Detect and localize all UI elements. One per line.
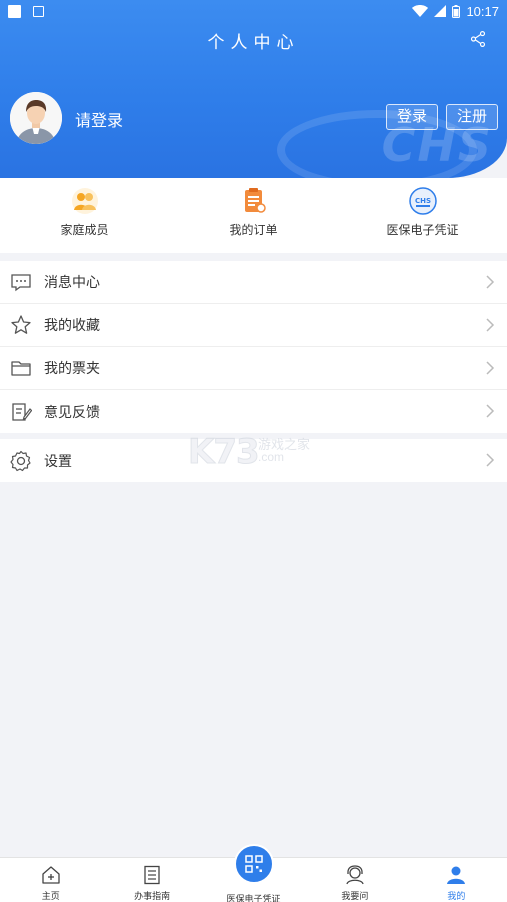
login-prompt[interactable]: 请登录 xyxy=(75,107,123,131)
tab-home[interactable]: 主页 xyxy=(0,858,101,902)
quick-my-orders[interactable]: 我的订单 xyxy=(169,178,338,253)
status-time: 10:17 xyxy=(466,3,499,19)
app-notification-icon xyxy=(33,5,44,17)
register-button[interactable]: 注册 xyxy=(446,104,498,130)
login-button[interactable]: 登录 xyxy=(386,104,438,130)
profile-header: CHS 个人中心 请登录 登录 注册 xyxy=(0,0,507,178)
home-icon xyxy=(42,866,60,884)
chevron-right-icon xyxy=(486,318,495,332)
status-bar: 10:17 xyxy=(0,0,507,22)
chevron-right-icon xyxy=(486,361,495,375)
watermark-brand: K73 xyxy=(188,432,261,473)
order-icon xyxy=(244,188,266,213)
menu-message-center[interactable]: 消息中心 xyxy=(0,261,507,304)
menu-my-ticket-folder[interactable]: 我的票夹 xyxy=(0,347,507,390)
menu-label: 设置 xyxy=(44,452,72,469)
tab-label: 我的 xyxy=(447,891,466,901)
chevron-right-icon xyxy=(486,453,495,467)
guide-icon xyxy=(144,865,160,885)
menu-my-favorites[interactable]: 我的收藏 xyxy=(0,304,507,347)
menu-label: 我的收藏 xyxy=(44,317,100,333)
quick-actions: 家庭成员 我的订单 CHS 医保电子凭证 xyxy=(0,178,507,253)
tab-label: 办事指南 xyxy=(134,891,171,901)
qr-icon xyxy=(233,844,274,884)
wifi-icon xyxy=(412,5,429,17)
tab-ask[interactable]: 我要问 xyxy=(304,858,405,902)
tab-label: 我要问 xyxy=(341,891,369,901)
feedback-icon xyxy=(12,402,32,421)
signal-icon xyxy=(434,5,447,17)
family-icon xyxy=(71,188,98,214)
battery-icon xyxy=(452,4,461,18)
user-icon xyxy=(447,866,466,884)
quick-label: 家庭成员 xyxy=(60,223,109,237)
avatar-image xyxy=(10,92,62,144)
page-title: 个人中心 xyxy=(207,33,300,52)
avatar[interactable] xyxy=(10,92,62,144)
quick-medical-insurance-voucher[interactable]: CHS 医保电子凭证 xyxy=(338,178,507,253)
notification-icon xyxy=(8,4,21,18)
chevron-right-icon xyxy=(486,275,495,289)
message-icon xyxy=(11,274,31,292)
star-icon xyxy=(11,315,31,334)
bottom-tab-bar: 主页 办事指南 医保电子凭证 我要问 我的 xyxy=(0,844,507,902)
svg-text:CHS: CHS xyxy=(414,197,430,205)
menu-label: 意见反馈 xyxy=(44,403,100,420)
tab-label: 医保电子凭证 xyxy=(226,894,281,902)
quick-family-members[interactable]: 家庭成员 xyxy=(0,178,169,253)
tab-medical-voucher[interactable]: 医保电子凭证 xyxy=(203,844,304,902)
folder-icon xyxy=(11,361,31,376)
menu-feedback[interactable]: 意见反馈 xyxy=(0,390,507,433)
chevron-right-icon xyxy=(486,404,495,418)
tab-mine[interactable]: 我的 xyxy=(406,858,507,902)
menu-label: 消息中心 xyxy=(44,274,100,290)
gear-icon xyxy=(10,450,31,471)
quick-label: 医保电子凭证 xyxy=(386,223,459,237)
tab-guide[interactable]: 办事指南 xyxy=(101,858,202,902)
share-icon[interactable] xyxy=(469,30,487,48)
site-watermark: K73 游戏之家 .com xyxy=(188,432,328,473)
tab-label: 主页 xyxy=(41,891,60,901)
menu-list: 消息中心 我的收藏 我的票夹 意见反馈 xyxy=(0,261,507,433)
menu-label: 我的票夹 xyxy=(44,360,100,376)
support-icon xyxy=(346,865,364,885)
chs-icon: CHS xyxy=(408,187,437,215)
watermark-line2: .com xyxy=(258,450,285,464)
quick-label: 我的订单 xyxy=(229,223,278,237)
